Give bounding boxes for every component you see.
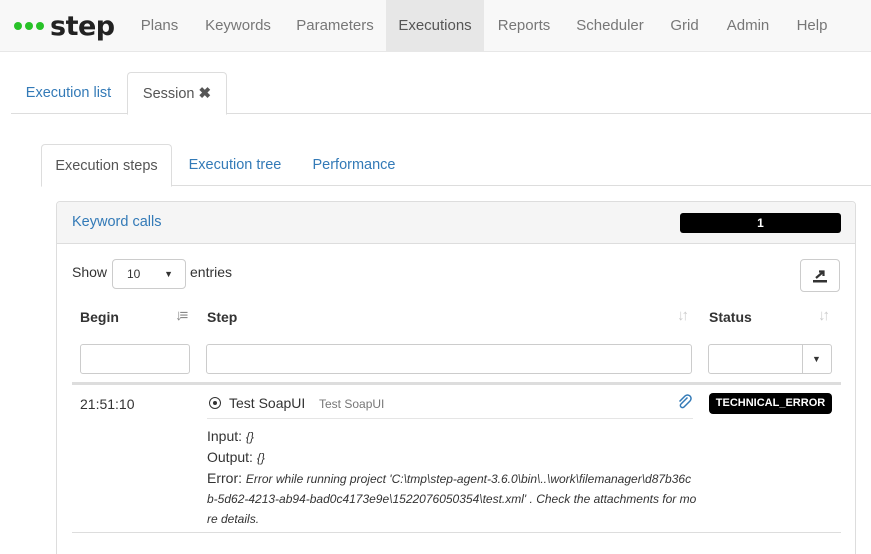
step-subtitle: Test SoapUI: [319, 397, 385, 411]
input-label: Input:: [207, 428, 243, 444]
logo-dots-icon: [14, 22, 44, 30]
step-logo[interactable]: step: [14, 8, 115, 44]
error-message-line-2: b-5d62-4213-ab94-bad0c4173e9e\1522076050…: [207, 492, 697, 506]
nav-admin[interactable]: Admin: [713, 0, 783, 52]
tab-execution-steps-label: Execution steps: [55, 158, 158, 174]
close-icon[interactable]: ✖: [199, 85, 212, 102]
logo-text: step: [50, 10, 115, 42]
show-label: Show: [72, 264, 108, 280]
sort-icon[interactable]: ↓↑: [818, 307, 830, 324]
nav-parameters[interactable]: Parameters: [284, 0, 386, 52]
tab-execution-list[interactable]: Execution list: [11, 72, 126, 114]
column-header-begin[interactable]: Begin: [80, 309, 119, 325]
begin-filter-input[interactable]: [80, 344, 190, 374]
error-message-line-1: Error while running project 'C:\tmp\step…: [245, 472, 692, 486]
error-message-line-3: re details.: [207, 512, 260, 526]
tab-execution-list-label: Execution list: [25, 85, 112, 101]
step-details: Input: {} Output: {} Error: Error while …: [207, 426, 697, 529]
tab-execution-tree[interactable]: Execution tree: [174, 144, 296, 186]
caret-down-icon[interactable]: ▼: [802, 344, 832, 374]
tab-performance-label: Performance: [312, 157, 396, 173]
nav-help[interactable]: Help: [783, 0, 841, 52]
entries-label: entries: [190, 264, 233, 280]
top-navbar: step Plans Keywords Parameters Execution…: [0, 0, 871, 52]
step-filter-input[interactable]: [206, 344, 692, 374]
entries-select[interactable]: 10 ▼: [112, 259, 186, 289]
panel-heading: Keyword calls 1: [57, 202, 855, 244]
keyword-calls-panel: Keyword calls 1 Show 10 ▼ entries Begin …: [56, 201, 856, 554]
paperclip-icon[interactable]: [677, 394, 693, 413]
tab-session-label: Session: [142, 86, 195, 102]
caret-down-icon: ▼: [164, 269, 173, 279]
nav-grid[interactable]: Grid: [656, 0, 713, 52]
export-button[interactable]: [800, 259, 840, 292]
sort-desc-icon[interactable]: ↓≡: [175, 307, 188, 324]
header-divider: [72, 382, 841, 385]
column-header-status[interactable]: Status: [709, 309, 752, 325]
session-tabs: Execution list Session ✖: [11, 72, 871, 115]
nav-reports[interactable]: Reports: [484, 0, 564, 52]
error-label: Error:: [207, 470, 242, 486]
count-badge: 1: [680, 213, 841, 233]
tab-session[interactable]: Session ✖: [127, 72, 227, 115]
panel-title[interactable]: Keyword calls: [72, 214, 161, 230]
output-label: Output:: [207, 449, 253, 465]
output-value: {}: [256, 451, 265, 465]
column-header-step[interactable]: Step: [207, 309, 237, 325]
step-cell-header: Test SoapUI Test SoapUI: [207, 394, 693, 419]
entries-select-value: 10: [127, 267, 141, 281]
execution-tabs: Execution steps Execution tree Performan…: [41, 144, 871, 187]
status-badge: TECHNICAL_ERROR: [709, 393, 832, 414]
sort-icon[interactable]: ↓↑: [677, 307, 689, 324]
nav-executions[interactable]: Executions: [386, 0, 484, 52]
nav-keywords[interactable]: Keywords: [192, 0, 284, 52]
export-icon: [813, 269, 827, 282]
step-name[interactable]: Test SoapUI: [229, 395, 305, 411]
nav-scheduler[interactable]: Scheduler: [564, 0, 656, 52]
row-divider: [72, 532, 841, 533]
status-filter-select[interactable]: [708, 344, 803, 374]
tab-execution-steps[interactable]: Execution steps: [41, 144, 172, 187]
target-icon: [209, 397, 221, 409]
input-value: {}: [245, 430, 254, 444]
tab-execution-tree-label: Execution tree: [188, 157, 282, 173]
tab-performance[interactable]: Performance: [298, 144, 410, 186]
nav-plans[interactable]: Plans: [127, 0, 192, 52]
cell-begin: 21:51:10: [80, 396, 135, 412]
